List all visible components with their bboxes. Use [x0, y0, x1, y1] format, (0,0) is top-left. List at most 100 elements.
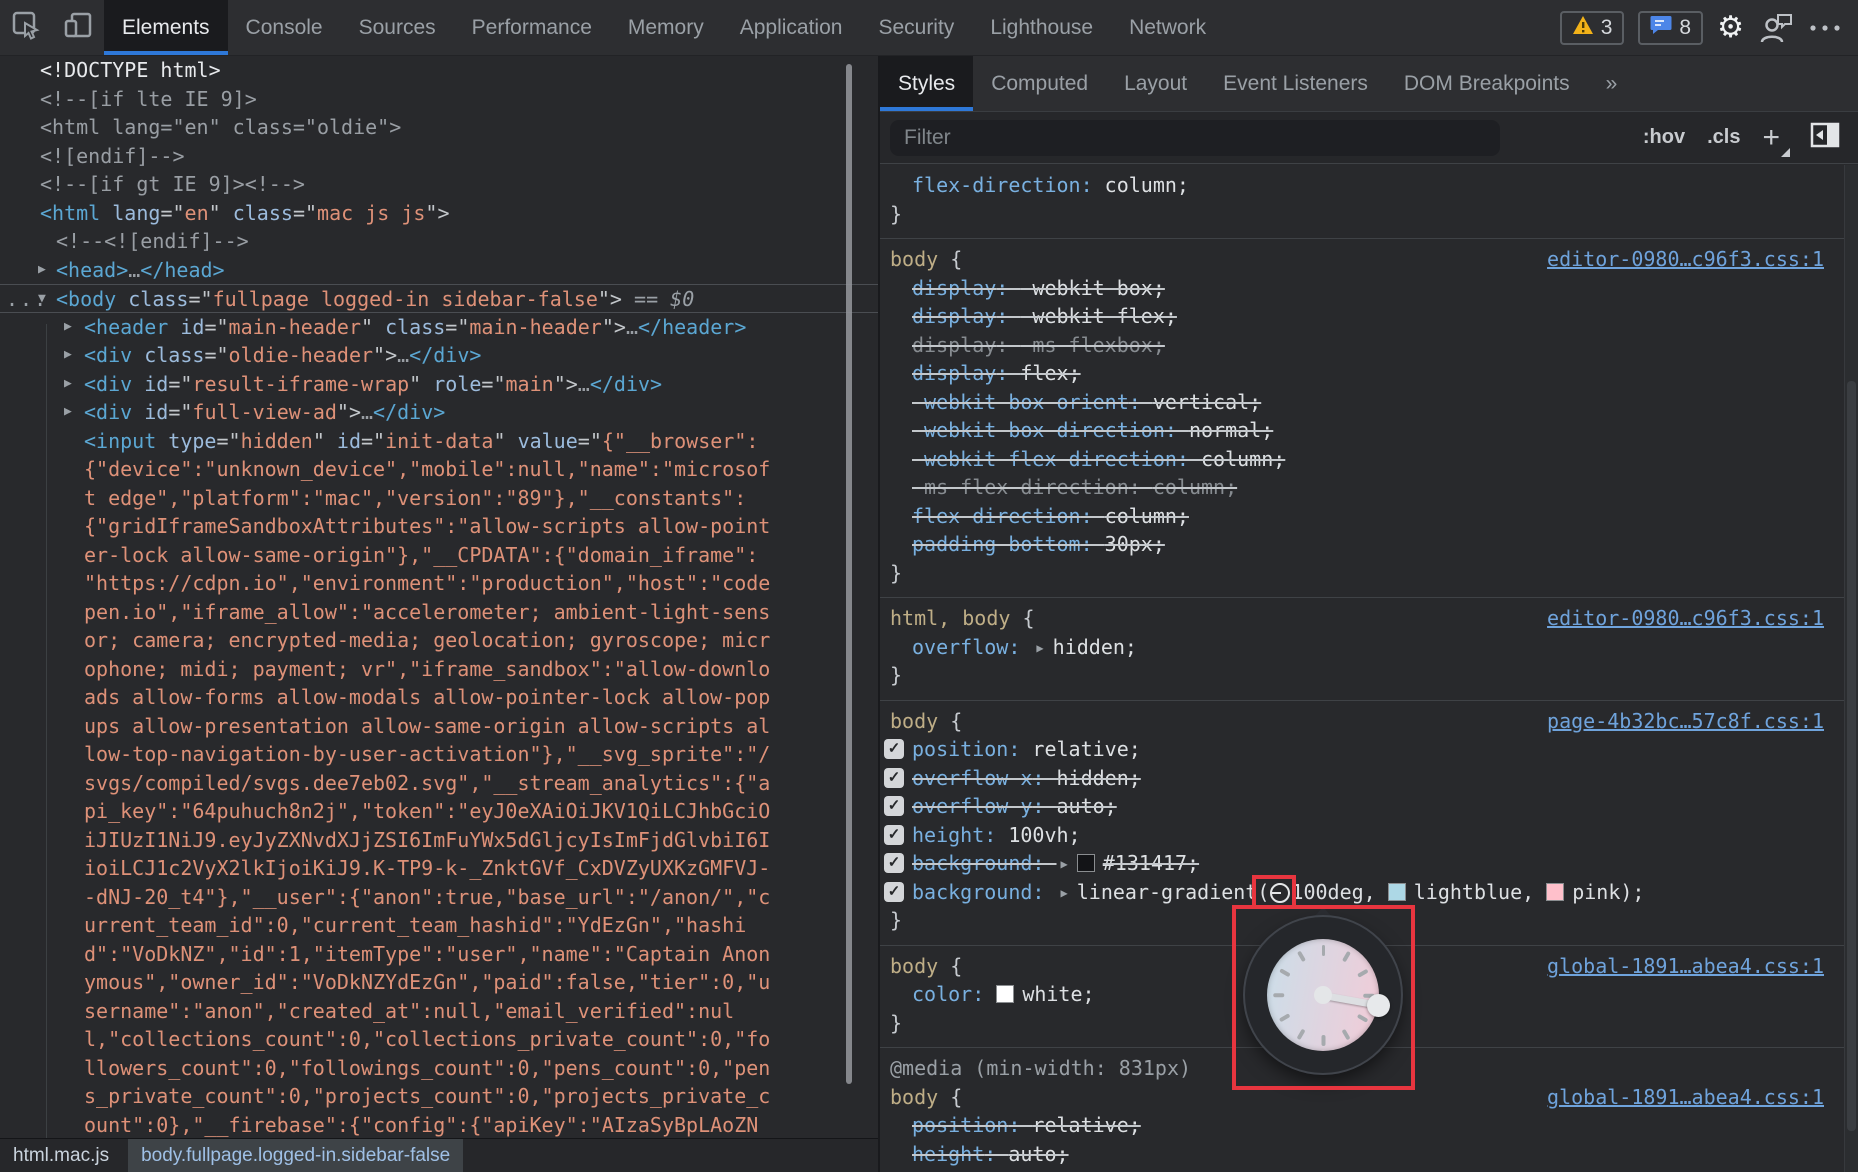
stylesheet-link[interactable]: page-4b32bc…57c8f.css:1: [1547, 707, 1824, 736]
css-declaration[interactable]: display: -ms-flexbox;: [880, 331, 1844, 360]
css-declaration[interactable]: ✓background: ▶linear-gradient(100deg, li…: [880, 878, 1844, 907]
expand-arrow-icon[interactable]: ▶: [1061, 879, 1068, 908]
more-options-button[interactable]: [1808, 23, 1842, 33]
code-line[interactable]: "https://cdpn.io","environment":"product…: [0, 569, 878, 598]
code-line[interactable]: iJIUzI1NiJ9.eyJyZXNvdXJjZSI6ImFuYWx5dGlj…: [0, 826, 878, 855]
property-checkbox[interactable]: ✓: [884, 739, 904, 759]
css-declaration[interactable]: -ms-flex-direction: column;: [880, 473, 1844, 502]
code-line[interactable]: ophone; midi; payment; vr","iframe_sandb…: [0, 655, 878, 684]
code-line[interactable]: ups allow-presentation allow-same-origin…: [0, 712, 878, 741]
css-declaration[interactable]: ✓background: ▶#131417;: [880, 849, 1844, 878]
property-checkbox[interactable]: ✓: [884, 825, 904, 845]
code-line[interactable]: low-top-navigation-by-user-activation"},…: [0, 740, 878, 769]
rule-selector[interactable]: body: [890, 954, 938, 978]
styles-tab-x[interactable]: »: [1588, 56, 1636, 111]
property-checkbox[interactable]: ✓: [884, 882, 904, 902]
chevron-down-icon[interactable]: ▼: [38, 285, 46, 314]
code-line[interactable]: l,"collections_count":0,"collections_pri…: [0, 1025, 878, 1054]
code-line[interactable]: <!--[if lte IE 9]>: [0, 85, 878, 114]
breadcrumb-item[interactable]: html.mac.js: [0, 1139, 122, 1172]
tab-sources[interactable]: Sources: [341, 0, 454, 55]
code-line[interactable]: <!--<![endif]-->: [0, 227, 878, 256]
code-line[interactable]: ▶<div id="full-view-ad">…</div>: [0, 398, 878, 427]
chevron-right-icon[interactable]: ▶: [64, 398, 72, 427]
property-checkbox[interactable]: ✓: [884, 796, 904, 816]
rule-selector[interactable]: html, body: [890, 606, 1010, 630]
warnings-badge[interactable]: 3: [1560, 11, 1625, 45]
css-declaration[interactable]: -webkit-flex-direction: column;: [880, 445, 1844, 474]
breadcrumb-item[interactable]: body.fullpage.logged-in.sidebar-false: [128, 1139, 463, 1172]
css-declaration[interactable]: ✓position: relative;: [880, 735, 1844, 764]
code-line[interactable]: ▶<div id="result-iframe-wrap" role="main…: [0, 370, 878, 399]
css-declaration[interactable]: height: auto;: [880, 1140, 1844, 1169]
styles-tab-layout[interactable]: Layout: [1106, 56, 1205, 111]
styles-tab-computed[interactable]: Computed: [973, 56, 1106, 111]
css-declaration[interactable]: display: -webkit-box;: [880, 274, 1844, 303]
chevron-right-icon[interactable]: ▶: [38, 256, 46, 285]
styles-tab-styles[interactable]: Styles: [880, 56, 973, 111]
property-checkbox[interactable]: ✓: [884, 768, 904, 788]
tab-lighthouse[interactable]: Lighthouse: [972, 0, 1111, 55]
code-line[interactable]: ads allow-forms allow-modals allow-point…: [0, 683, 878, 712]
stylesheet-link[interactable]: global-1891…abea4.css:1: [1547, 1083, 1824, 1112]
css-declaration[interactable]: padding-bottom: 30px;: [880, 530, 1844, 559]
toggle-device-toolbar-button[interactable]: [52, 0, 104, 55]
code-line[interactable]: ▶<div class="oldie-header">…</div>: [0, 341, 878, 370]
expand-arrow-icon[interactable]: ▶: [1061, 850, 1068, 879]
tab-performance[interactable]: Performance: [454, 0, 610, 55]
new-style-rule-button[interactable]: +: [1762, 123, 1788, 153]
color-swatch[interactable]: [1077, 854, 1095, 872]
css-declaration[interactable]: ✓height: 100vh;: [880, 821, 1844, 850]
stylesheet-link[interactable]: global-1891…abea4.css:1: [1547, 952, 1824, 981]
rule-selector[interactable]: body: [890, 247, 938, 271]
code-line[interactable]: pi_key":"64puhuch8n2j","token":"eyJ0eXAi…: [0, 797, 878, 826]
stylesheet-link[interactable]: editor-0980…c96f3.css:1: [1547, 604, 1824, 633]
code-line[interactable]: {"gridIframeSandboxAttributes":"allow-sc…: [0, 512, 878, 541]
css-declaration[interactable]: flex-direction: column;: [880, 502, 1844, 531]
css-declaration[interactable]: ✓overflow-y: auto;: [880, 792, 1844, 821]
code-line[interactable]: or; camera; encrypted-media; geolocation…: [0, 626, 878, 655]
code-line[interactable]: <html lang="en" class="oldie">: [0, 113, 878, 142]
code-line[interactable]: svgs/compiled/svgs.dee7eb02.svg","__stre…: [0, 769, 878, 798]
styles-scrollbar[interactable]: [1847, 381, 1856, 1131]
code-line[interactable]: er-lock allow-same-origin"},"__CPDATA":{…: [0, 541, 878, 570]
toggle-sidebar-button[interactable]: [1810, 121, 1840, 155]
code-line[interactable]: llowers_count":0,"followings_count":0,"p…: [0, 1054, 878, 1083]
rule-selector[interactable]: body: [890, 709, 938, 733]
elements-scrollbar[interactable]: [846, 64, 852, 1084]
code-line[interactable]: <!DOCTYPE html>: [0, 56, 878, 85]
css-declaration[interactable]: position: relative;: [880, 1111, 1844, 1140]
code-line[interactable]: ount":0},"__firebase":{"config":{"apiKey…: [0, 1111, 878, 1139]
color-swatch[interactable]: [1388, 883, 1406, 901]
code-line[interactable]: <html lang="en" class="mac js js">: [0, 199, 878, 228]
styles-tab-dom-breakpoints[interactable]: DOM Breakpoints: [1386, 56, 1588, 111]
expand-arrow-icon[interactable]: ▶: [1036, 634, 1043, 663]
styles-tab-event-listeners[interactable]: Event Listeners: [1205, 56, 1386, 111]
chevron-right-icon[interactable]: ▶: [64, 313, 72, 342]
inspect-element-button[interactable]: [0, 0, 52, 55]
color-swatch[interactable]: [996, 985, 1014, 1003]
tab-memory[interactable]: Memory: [610, 0, 722, 55]
css-declaration[interactable]: display: flex;: [880, 359, 1844, 388]
code-line[interactable]: ...▼<body class="fullpage logged-in side…: [0, 284, 878, 313]
tab-elements[interactable]: Elements: [104, 0, 228, 55]
code-line[interactable]: d":"VoDkNZ","id":1,"itemType":"user","na…: [0, 940, 878, 969]
code-line[interactable]: s_private_count":0,"projects_count":0,"p…: [0, 1082, 878, 1111]
angle-swatch-clock-icon[interactable]: [1270, 883, 1290, 903]
code-line[interactable]: pen.io","iframe_allow":"accelerometer; a…: [0, 598, 878, 627]
tab-security[interactable]: Security: [860, 0, 972, 55]
filter-input[interactable]: [890, 120, 1500, 156]
css-declaration[interactable]: -webkit-box-orient: vertical;: [880, 388, 1844, 417]
code-line[interactable]: <!--[if gt IE 9]><!-->: [0, 170, 878, 199]
code-line[interactable]: t edge","platform":"mac","version":"89"}…: [0, 484, 878, 513]
code-line[interactable]: ▶<header id="main-header" class="main-he…: [0, 313, 878, 342]
css-declaration[interactable]: -webkit-box-direction: normal;: [880, 416, 1844, 445]
tab-network[interactable]: Network: [1111, 0, 1224, 55]
code-line[interactable]: {"device":"unknown_device","mobile":null…: [0, 455, 878, 484]
rule-selector[interactable]: body: [890, 1085, 938, 1109]
profile-button[interactable]: [1758, 12, 1794, 44]
toggle-hover-state-button[interactable]: :hov: [1643, 126, 1685, 149]
css-declaration[interactable]: ✓overflow-x: hidden;: [880, 764, 1844, 793]
css-declaration[interactable]: display: -webkit-flex;: [880, 302, 1844, 331]
code-line[interactable]: <![endif]-->: [0, 142, 878, 171]
